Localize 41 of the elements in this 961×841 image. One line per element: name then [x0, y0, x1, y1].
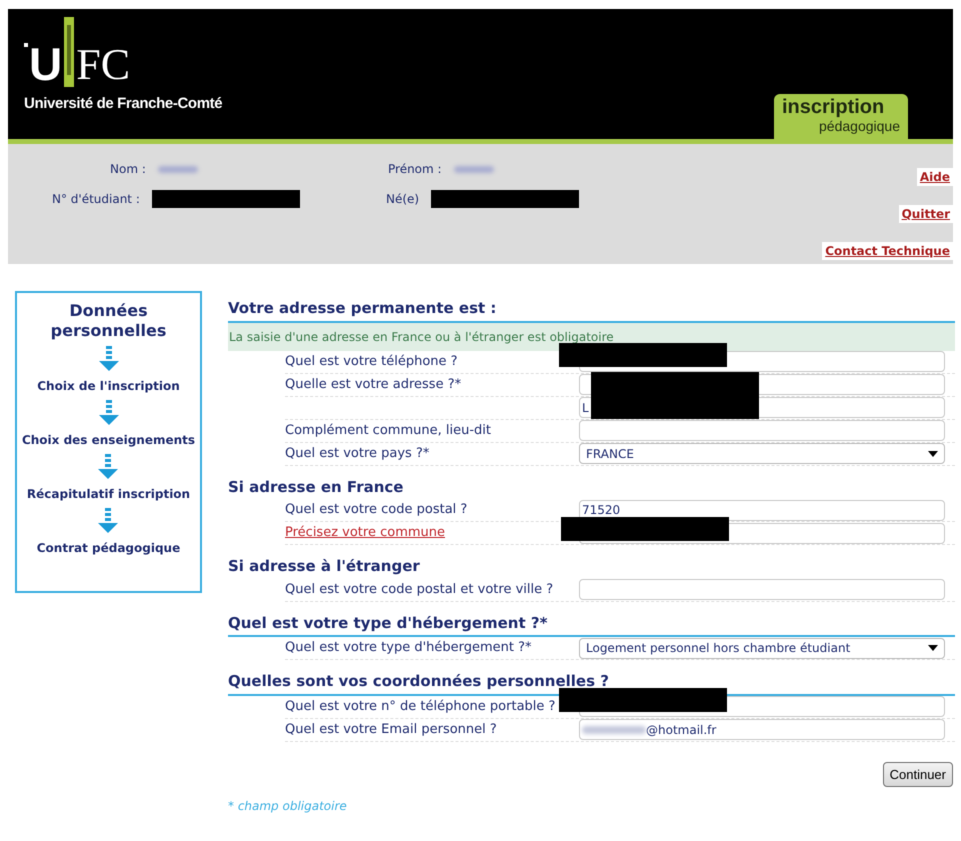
- section-title: Si adresse à l'étranger: [228, 556, 421, 577]
- input-field[interactable]: 71520: [579, 500, 945, 520]
- logo-bar-icon: [64, 17, 74, 87]
- field-label: Quel est votre type d'hébergement ?*: [285, 640, 532, 656]
- select-field[interactable]: Logement personnel hors chambre étudiant: [579, 638, 945, 658]
- step-label: Choix des enseignements: [22, 432, 196, 449]
- university-name: Université de Franche-Comté: [24, 94, 222, 114]
- step-label: Données personnelles: [50, 301, 168, 341]
- blurred-text: [454, 166, 494, 172]
- header-link[interactable]: Contact Technique: [822, 242, 953, 260]
- section-title: Si adresse en France: [228, 476, 404, 498]
- student-label: Nom :: [110, 161, 146, 178]
- student-label: Né(e): [386, 191, 420, 208]
- input-field[interactable]: [579, 420, 945, 441]
- blurred-text: [158, 166, 198, 172]
- dropdown-arrow-icon: [928, 450, 938, 456]
- select-field[interactable]: FRANCE: [579, 443, 945, 464]
- header-link[interactable]: Aide: [916, 168, 953, 186]
- commune-link[interactable]: Précisez votre commune: [285, 525, 445, 540]
- field-label: Complément commune, lieu-dit: [285, 422, 491, 438]
- header-link[interactable]: Quitter: [898, 205, 953, 223]
- info-note: La saisie d'une adresse en France ou à l'étranger est obligatoire: [228, 322, 955, 350]
- field-label: Quel est votre code postal et votre ville ?: [285, 582, 554, 597]
- step-label: Contrat pédagogique: [36, 540, 180, 557]
- field-label: Quelle est votre adresse ?*: [285, 376, 462, 392]
- field-label: Quel est votre n° de téléphone portable ?: [285, 698, 556, 714]
- step-label: Choix de l'inscription: [37, 378, 180, 395]
- input-field[interactable]: [579, 579, 945, 600]
- step-label: Récapitulatif inscription: [26, 486, 190, 503]
- logo-letters: FC: [76, 43, 130, 87]
- logo-letter: U: [29, 41, 62, 87]
- input-field[interactable]: @hotmail.fr: [579, 719, 945, 740]
- continue-button[interactable]: Continuer: [882, 762, 953, 787]
- field-label: Quel est votre code postal ?: [285, 502, 468, 518]
- student-label: Prénom :: [388, 161, 442, 178]
- field-label: Quel est votre pays ?*: [285, 446, 430, 461]
- student-label: N° d'étudiant :: [52, 191, 140, 208]
- field-label: Quel est votre Email personnel ?: [285, 722, 497, 737]
- field-label: Quel est votre téléphone ?: [285, 354, 458, 369]
- required-footnote: * champ obligatoire: [228, 798, 348, 815]
- dropdown-arrow-icon: [928, 645, 938, 651]
